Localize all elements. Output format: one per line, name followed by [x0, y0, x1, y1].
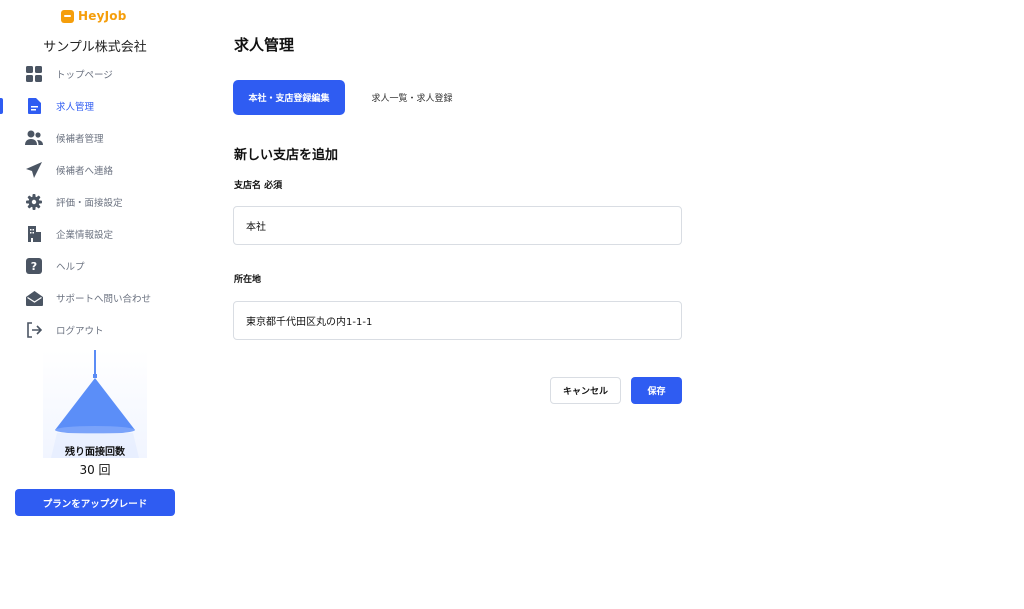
address-label: 所在地	[234, 275, 262, 285]
sidebar-item-top[interactable]: トップページ	[0, 58, 190, 90]
sidebar-item-label: 候補者管理	[56, 134, 104, 145]
sidebar-item-label: 求人管理	[56, 102, 95, 113]
branch-name-label: 支店名 必須	[234, 181, 283, 191]
branch-name-input[interactable]	[233, 206, 682, 245]
remaining-interviews-count: 30 回	[79, 463, 111, 477]
logo-icon	[61, 9, 74, 23]
cancel-button[interactable]: キャンセル	[550, 377, 621, 404]
heyjob-logo[interactable]: HeyJob	[61, 9, 127, 23]
help-icon: ?	[25, 257, 43, 275]
building-icon	[25, 225, 43, 243]
tab-job-list[interactable]: 求人一覧・求人登録	[356, 80, 468, 115]
sidebar-nav: トップページ 求人管理 候補者管理 候補者へ連絡 評価・面接設定 企業情報設定 …	[0, 58, 190, 346]
logout-icon	[25, 321, 43, 339]
sidebar-item-company-settings[interactable]: 企業情報設定	[0, 218, 190, 250]
sidebar-item-label: ヘルプ	[56, 262, 85, 273]
remaining-interviews-label: 残り面接回数	[65, 447, 125, 458]
sidebar-item-jobs[interactable]: 求人管理	[0, 90, 190, 122]
users-icon	[25, 129, 43, 147]
grid-icon	[25, 65, 43, 83]
save-button[interactable]: 保存	[631, 377, 682, 404]
lamp-illustration	[43, 350, 147, 458]
upgrade-plan-button[interactable]: プランをアップグレード	[15, 489, 175, 516]
section-title: 新しい支店を追加	[234, 148, 339, 163]
page-title: 求人管理	[234, 36, 295, 54]
paper-plane-icon	[25, 161, 43, 179]
document-icon	[25, 97, 43, 115]
sidebar: HeyJob サンプル株式会社 トップページ 求人管理 候補者管理 候補者へ連絡	[0, 0, 190, 609]
sidebar-item-contact-support[interactable]: サポートへ問い合わせ	[0, 282, 190, 314]
svg-text:?: ?	[31, 260, 37, 273]
envelope-open-icon	[25, 289, 43, 307]
sidebar-item-candidates[interactable]: 候補者管理	[0, 122, 190, 154]
sidebar-item-evaluation-settings[interactable]: 評価・面接設定	[0, 186, 190, 218]
logo-text: HeyJob	[78, 9, 127, 23]
sidebar-item-label: サポートへ問い合わせ	[56, 294, 152, 305]
address-input[interactable]	[233, 301, 682, 340]
sidebar-item-logout[interactable]: ログアウト	[0, 314, 190, 346]
gear-icon	[25, 193, 43, 211]
tab-branch-registration[interactable]: 本社・支店登録編集	[233, 80, 345, 115]
company-name: サンプル株式会社	[43, 40, 147, 55]
sidebar-item-label: 評価・面接設定	[56, 198, 123, 209]
sidebar-item-help[interactable]: ? ヘルプ	[0, 250, 190, 282]
sidebar-item-label: 企業情報設定	[56, 230, 114, 241]
sidebar-item-label: トップページ	[56, 70, 113, 81]
sidebar-item-contact-candidates[interactable]: 候補者へ連絡	[0, 154, 190, 186]
sidebar-item-label: 候補者へ連絡	[56, 166, 114, 177]
sidebar-item-label: ログアウト	[56, 326, 104, 337]
